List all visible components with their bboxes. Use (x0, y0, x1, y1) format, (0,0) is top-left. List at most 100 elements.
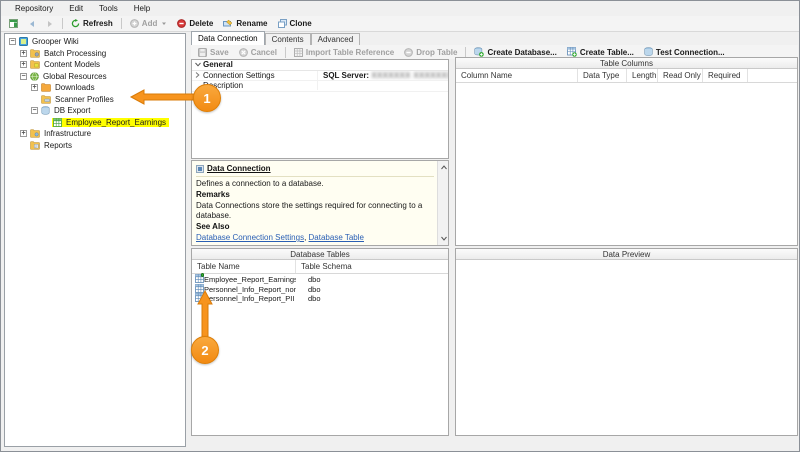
property-group-general[interactable]: General (192, 60, 448, 71)
menu-edit[interactable]: Edit (61, 2, 91, 15)
chevron-right-icon[interactable] (192, 72, 203, 79)
test-connection-icon (644, 47, 653, 57)
back-icon (28, 20, 36, 28)
tree-item-reports[interactable]: Reports (5, 140, 185, 152)
table-row-employee_report_earnings[interactable]: Employee_Report_Earnings dbo (192, 273, 448, 285)
link-database-connection-settings[interactable]: Database Connection Settings (196, 233, 304, 242)
property-name: Description (203, 81, 318, 91)
clone-button[interactable]: Clone (273, 17, 317, 30)
add-button[interactable]: Add (125, 17, 173, 30)
collapse-icon[interactable]: − (9, 38, 16, 46)
help-see-also-label: See Also (196, 222, 230, 231)
create-database-button-label: Create Database... (487, 47, 557, 57)
help-used-by-label: Used By (196, 244, 434, 245)
table-green-icon (53, 117, 62, 127)
help-title-link[interactable]: Data Connection (207, 164, 271, 174)
import-table-icon (293, 47, 303, 57)
back-button[interactable] (23, 18, 41, 30)
tree-item-label: DB Export (54, 106, 91, 116)
column-header-column-name[interactable]: Column Name (456, 69, 578, 82)
tree-item-label: Downloads (55, 83, 95, 93)
help-scrollbar[interactable] (437, 161, 448, 245)
tab-advanced[interactable]: Advanced (310, 33, 361, 45)
data-connection-node-icon (196, 165, 204, 173)
forward-button[interactable] (41, 18, 59, 30)
column-header-required[interactable]: Required (703, 69, 748, 82)
rename-button-label: Rename (236, 19, 268, 28)
collapse-icon[interactable]: − (20, 72, 27, 80)
scroll-up-icon[interactable] (438, 162, 448, 173)
link-database-table[interactable]: Database Table (309, 233, 364, 242)
linked-marker-dot (200, 273, 204, 277)
help-panel: Data Connection Defines a connection to … (191, 160, 449, 246)
caret-down-icon[interactable] (161, 21, 167, 26)
tab-data-connection[interactable]: Data Connection (191, 31, 265, 45)
expand-icon[interactable]: + (20, 49, 27, 57)
cancel-button-label: Cancel (250, 47, 277, 57)
tab-strip: Data Connection Contents Advanced (191, 31, 361, 45)
import-table-reference-button[interactable]: Import Table Reference (289, 46, 399, 59)
column-header-table-name[interactable]: Table Name (192, 260, 296, 273)
sql-server-label: SQL Server: (323, 70, 370, 80)
help-remarks-text: Data Connections store the settings requ… (196, 201, 423, 220)
menu-help[interactable]: Help (126, 2, 158, 15)
expand-icon[interactable]: + (20, 61, 27, 69)
help-intro: Defines a connection to a database. (196, 179, 324, 188)
property-value: SQL Server: XXXXXXX XXXXXXXXX-Exp (318, 71, 448, 80)
tree-item-label: Grooper Wiki (32, 37, 79, 47)
tree-item-grooper-wiki[interactable]: − Grooper Wiki (5, 36, 185, 48)
scroll-down-icon[interactable] (438, 233, 448, 244)
column-header-read-only[interactable]: Read Only (658, 69, 703, 82)
tree-item-label: Reports (44, 140, 73, 150)
create-table-icon (566, 47, 577, 57)
toolbar-separator (465, 46, 467, 58)
drop-table-button[interactable]: Drop Table (399, 46, 462, 59)
database-tables-panel: Database Tables Table Name Table Schema E… (191, 248, 449, 436)
batch-folder-icon (30, 49, 40, 58)
save-button[interactable]: Save (193, 46, 234, 59)
delete-button[interactable]: Delete (172, 17, 218, 30)
main-toolbar: Refresh Add Delete Rename Clone (1, 16, 799, 32)
table-row-personnel_info_report_non_pii[interactable]: Personnel_Info_Report_non_PII dbo (192, 283, 448, 295)
add-button-label: Add (141, 19, 158, 28)
chevron-down-icon[interactable] (192, 62, 203, 67)
app-window-icon (9, 19, 18, 28)
column-header-data-type[interactable]: Data Type (578, 69, 627, 82)
tree-item-global-resources[interactable]: − Global Resources (5, 71, 185, 83)
callout-2: 2 (191, 336, 219, 364)
tree-item-batch-processing[interactable]: + Batch Processing (5, 48, 185, 60)
tab-contents[interactable]: Contents (264, 33, 311, 45)
tree-item-infrastructure[interactable]: + Infrastructure (5, 128, 185, 140)
refresh-icon (71, 19, 80, 28)
expand-icon[interactable]: + (31, 84, 38, 92)
app-icon-button[interactable] (4, 17, 23, 30)
table-schema-cell: dbo (308, 284, 321, 294)
menu-tools[interactable]: Tools (91, 2, 126, 15)
toolbar-separator (120, 18, 122, 29)
property-name: Connection Settings (203, 70, 318, 80)
highlighted-tree-node[interactable]: Employee_Report_Earnings (52, 117, 170, 127)
delete-button-label: Delete (189, 19, 214, 28)
property-grid: General Connection Settings SQL Server: … (191, 59, 449, 159)
column-header-length[interactable]: Length (627, 69, 658, 82)
collapse-icon[interactable]: − (31, 107, 38, 115)
expand-icon[interactable]: + (20, 130, 27, 138)
tree-item-employee-report-earnings[interactable]: Employee_Report_Earnings (5, 117, 185, 129)
refresh-button[interactable]: Refresh (66, 17, 118, 30)
rename-button[interactable]: Rename (218, 17, 272, 30)
cancel-button[interactable]: Cancel (234, 46, 282, 59)
menu-repository[interactable]: Repository (7, 2, 61, 15)
property-row-description[interactable]: Description (192, 81, 448, 92)
table-name-cell: Personnel_Info_Report_non_PII (204, 284, 296, 294)
delete-icon (177, 19, 187, 28)
drop-table-button-label: Drop Table (416, 47, 458, 57)
column-header-table-schema[interactable]: Table Schema (296, 260, 446, 273)
property-group-label: General (203, 60, 233, 70)
database-icon (41, 106, 50, 115)
clone-button-label: Clone (289, 19, 312, 28)
help-links: Database Connection Settings, Database T… (196, 233, 434, 243)
property-row-connection-settings[interactable]: Connection Settings SQL Server: XXXXXXX … (192, 70, 448, 81)
tree-item-content-models[interactable]: + Content Models (5, 59, 185, 71)
table-columns-title: Table Columns (456, 58, 797, 69)
table-row-personnel_info_report_pii[interactable]: Personnel_Info_Report_PII dbo (192, 293, 448, 304)
